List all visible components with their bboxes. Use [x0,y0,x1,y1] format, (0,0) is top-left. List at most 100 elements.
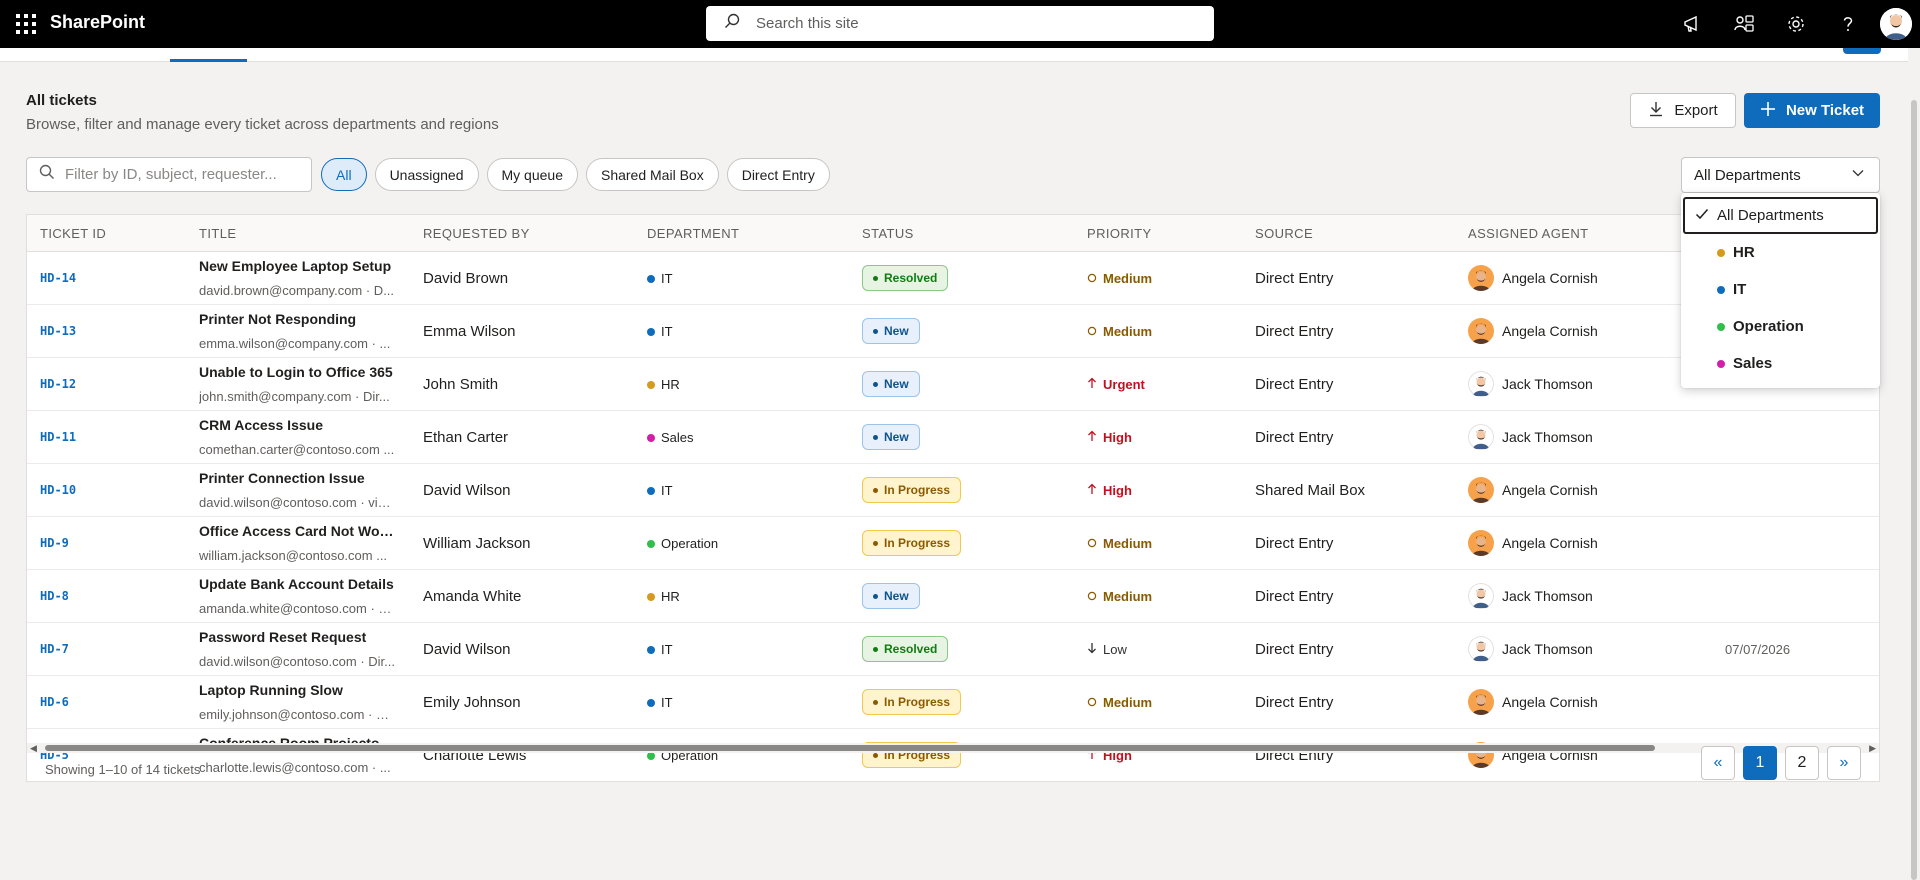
ticket-id-link[interactable]: HD-9 [40,536,69,550]
table-horizontal-scrollbar[interactable]: ◀ ▶ [27,743,1879,753]
table-row[interactable]: HD-13 Printer Not Responding emma.wilson@c… [27,305,1879,358]
chip-unassigned[interactable]: Unassigned [374,158,479,191]
department-option-hr[interactable]: HR [1683,234,1878,271]
assigned-agent[interactable]: Jack Thomson [1468,371,1593,397]
status-label: Resolved [884,642,938,656]
it-color-dot-icon [1717,285,1725,294]
ticket-requester-email: emily.johnson@contoso.com · D... [199,707,395,722]
site-search-box[interactable]: Search this site [706,6,1214,41]
assigned-agent[interactable]: Jack Thomson [1468,636,1593,662]
settings-gear-icon[interactable] [1770,0,1822,48]
priority-cell: Medium [1087,536,1152,551]
department-dot-icon [647,274,655,283]
ticket-title[interactable]: Update Bank Account Details [199,576,395,592]
table-row[interactable]: HD-8 Update Bank Account Details amanda.wh… [27,570,1879,623]
export-button[interactable]: Export [1630,93,1736,128]
share-people-icon[interactable] [1718,0,1770,48]
ticket-title[interactable]: Unable to Login to Office 365 [199,364,395,380]
priority-label: Medium [1103,536,1153,551]
column-requested-by[interactable]: REQUESTED BY [423,226,530,241]
ticket-id-link[interactable]: HD-10 [40,483,76,497]
column-source[interactable]: SOURCE [1255,226,1313,241]
column-title[interactable]: TITLE [199,226,236,241]
ticket-title[interactable]: CRM Access Issue [199,417,395,433]
column-priority[interactable]: PRIORITY [1087,226,1152,241]
assigned-agent[interactable]: Angela Cornish [1468,318,1598,344]
table-row[interactable]: HD-9 Office Access Card Not Wor... william… [27,517,1879,570]
table-row[interactable]: HD-12 Unable to Login to Office 365 john.s… [27,358,1879,411]
scroll-left-arrow-icon[interactable]: ◀ [30,743,37,753]
quick-filter-chips: All Unassigned My queue Shared Mail Box … [321,158,830,191]
assigned-agent[interactable]: Angela Cornish [1468,265,1598,291]
page-scrollbar[interactable] [1908,48,1920,880]
assigned-agent[interactable]: Jack Thomson [1468,583,1593,609]
ticket-requester-email: john.smith@company.com · Dir... [199,389,390,404]
ticket-id-link[interactable]: HD-13 [40,324,76,338]
table-row[interactable]: HD-10 Printer Connection Issue david.wilso… [27,464,1879,517]
first-page-button[interactable]: « [1701,746,1735,780]
ticket-id-link[interactable]: HD-6 [40,695,69,709]
ticket-requester-email: comethan.carter@contoso.com ... [199,442,395,457]
assigned-agent[interactable]: Angela Cornish [1468,689,1598,715]
priority-cell: Urgent [1087,377,1145,392]
chip-direct-entry[interactable]: Direct Entry [726,158,830,191]
requested-by: Emma Wilson [423,323,516,340]
ticket-id-link[interactable]: HD-7 [40,642,69,656]
department-option-sales[interactable]: Sales [1683,345,1878,382]
page-button-1[interactable]: 1 [1743,746,1777,780]
assigned-agent[interactable]: Angela Cornish [1468,477,1598,503]
table-row[interactable]: HD-6 Laptop Running Slow emily.johnson@con… [27,676,1879,729]
table-row[interactable]: HD-11 CRM Access Issue comethan.carter@con… [27,411,1879,464]
chip-shared-mail-box[interactable]: Shared Mail Box [585,158,719,191]
ticket-id-link[interactable]: HD-12 [40,377,76,391]
scroll-right-arrow-icon[interactable]: ▶ [1869,743,1876,753]
app-launcher-waffle-icon[interactable] [14,12,38,36]
user-avatar-icon[interactable] [1880,8,1912,40]
ticket-title[interactable]: New Employee Laptop Setup [199,258,395,274]
site-action-button[interactable] [1843,48,1881,54]
ticket-filter-input[interactable]: Filter by ID, subject, requester... [26,157,312,192]
department-option-all[interactable]: All Departments [1683,197,1878,234]
priority-label: Medium [1103,271,1153,286]
ticket-title[interactable]: Printer Connection Issue [199,470,395,486]
table-scrollbar-thumb[interactable] [45,745,1655,751]
status-label: In Progress [884,483,951,497]
ticket-title[interactable]: Printer Not Responding [199,311,395,327]
chip-my-queue[interactable]: My queue [486,158,578,191]
priority-label: High [1103,483,1132,498]
female-avatar-icon [1468,530,1494,556]
column-ticket-id[interactable]: TICKET ID [40,226,106,241]
column-status[interactable]: STATUS [862,226,914,241]
department-option-operation[interactable]: Operation [1683,308,1878,345]
status-badge: In Progress [862,689,962,715]
department-cell: Sales [647,430,694,445]
page-scrollbar-thumb[interactable] [1911,100,1917,880]
chip-all[interactable]: All [321,158,367,191]
ticket-title[interactable]: Office Access Card Not Wor... [199,523,395,539]
column-assigned-agent[interactable]: ASSIGNED AGENT [1468,226,1588,241]
assigned-agent[interactable]: Angela Cornish [1468,530,1598,556]
source: Shared Mail Box [1255,482,1366,499]
ticket-title[interactable]: Password Reset Request [199,629,395,645]
app-title[interactable]: SharePoint [50,12,145,33]
page-button-2[interactable]: 2 [1785,746,1819,780]
department-dropdown[interactable]: All Departments [1681,157,1880,193]
help-icon[interactable] [1822,0,1874,48]
table-row[interactable]: HD-14 New Employee Laptop Setup david.brow… [27,252,1879,305]
department-option-it[interactable]: IT [1683,271,1878,308]
new-ticket-button[interactable]: New Ticket [1744,93,1880,128]
ticket-id-link[interactable]: HD-11 [40,430,76,444]
priority-low-icon [1087,642,1097,657]
table-row[interactable]: HD-7 Password Reset Request david.wilson@c… [27,623,1879,676]
department-label: IT [661,695,673,710]
source: Direct Entry [1255,641,1334,658]
assigned-agent[interactable]: Jack Thomson [1468,424,1593,450]
ticket-id-link[interactable]: HD-8 [40,589,69,603]
sales-color-dot-icon [1717,359,1725,368]
megaphone-icon[interactable] [1666,0,1718,48]
status-label: New [884,430,909,444]
ticket-title[interactable]: Laptop Running Slow [199,682,395,698]
ticket-id-link[interactable]: HD-14 [40,271,76,285]
next-page-button[interactable]: » [1827,746,1861,780]
column-department[interactable]: DEPARTMENT [647,226,739,241]
